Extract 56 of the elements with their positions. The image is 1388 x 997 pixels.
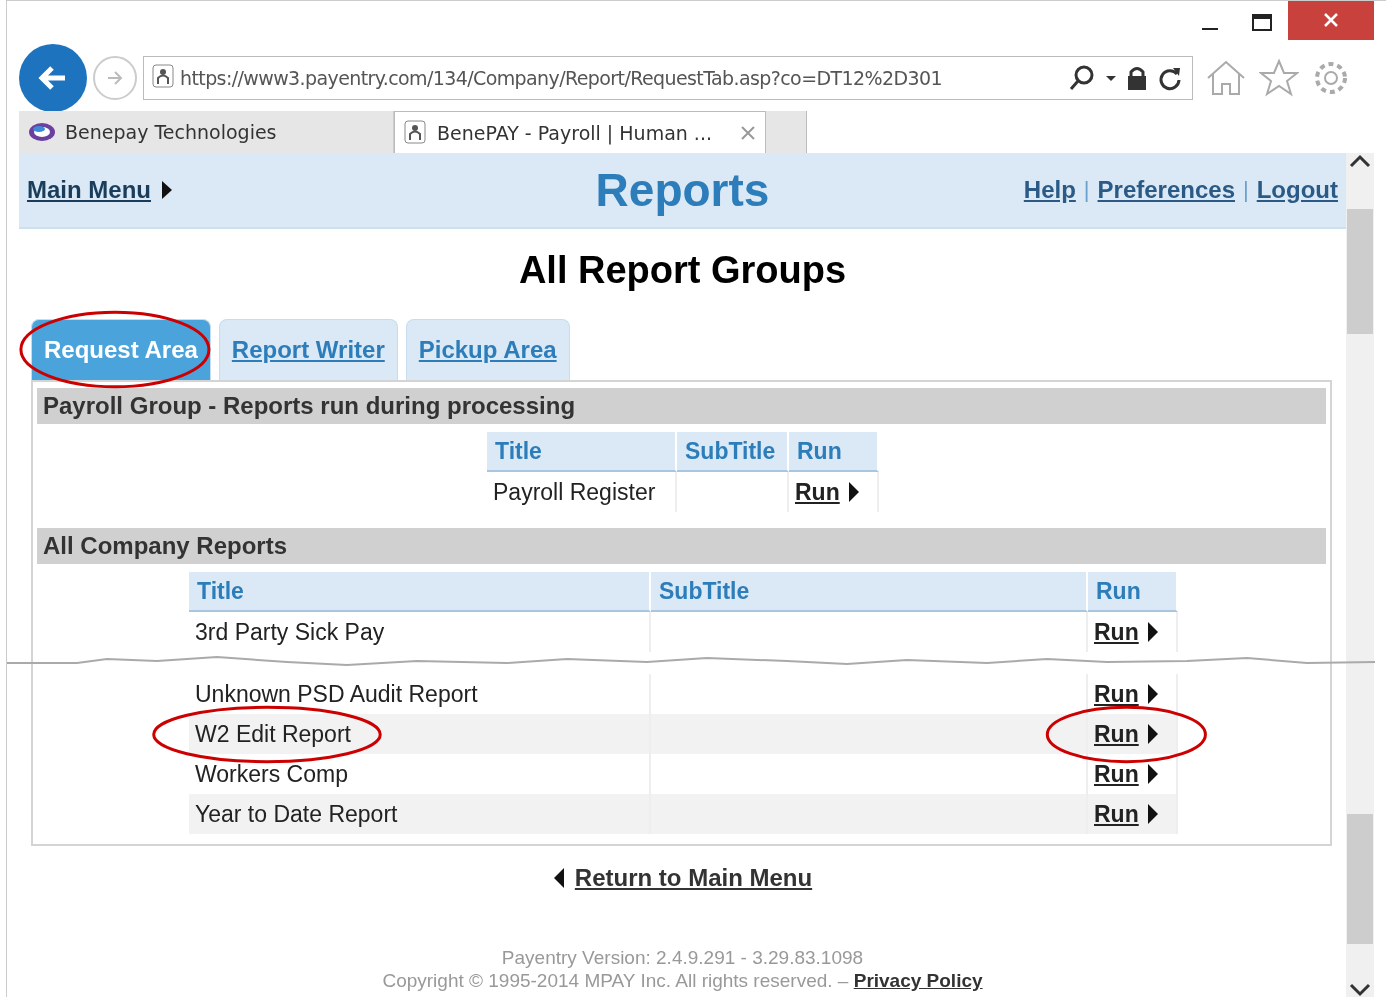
run-link[interactable]: Run: [1094, 760, 1139, 787]
column-header: Run: [1088, 572, 1178, 612]
tab[interactable]: Pickup Area: [405, 319, 570, 380]
right-triangle-icon: [161, 180, 173, 200]
minimize-icon: [1202, 28, 1218, 30]
forward-button[interactable]: [93, 56, 137, 100]
ring-logo-icon: [27, 120, 57, 144]
link-separator: |: [1083, 177, 1090, 203]
new-tab-button[interactable]: [766, 111, 807, 153]
group-header: All Company Reports: [37, 528, 1326, 564]
report-title: Payroll Register: [493, 478, 656, 505]
run-link[interactable]: Run: [1094, 680, 1139, 707]
scroll-thumb[interactable]: [1347, 209, 1373, 334]
report-title: Year to Date Report: [195, 800, 398, 827]
close-tab-icon[interactable]: [739, 123, 757, 142]
right-triangle-icon: [1146, 763, 1159, 785]
right-triangle-icon: [847, 481, 860, 503]
section-heading: All Report Groups: [517, 248, 848, 293]
tab[interactable]: Report Writer: [218, 319, 398, 380]
report-title: 3rd Party Sick Pay: [195, 618, 385, 645]
star-icon[interactable]: [1259, 58, 1299, 98]
page-title: Reports: [595, 163, 770, 217]
privacy-link[interactable]: Privacy Policy: [853, 970, 983, 991]
url-text: https://www3.payentry.com/134/Company/Report/RequestTab.asp?co=DT12%2D301: [180, 67, 943, 89]
scroll-thumb[interactable]: [1347, 814, 1373, 944]
address-bar[interactable]: https://www3.payentry.com/134/Company/Report/RequestTab.asp?co=DT12%2D301: [143, 56, 1193, 100]
report-title: W2 Edit Report: [195, 720, 351, 747]
scrollbar[interactable]: [1346, 153, 1374, 997]
right-triangle-icon: [1146, 723, 1159, 745]
header-link[interactable]: Preferences: [1097, 176, 1235, 204]
version-text: Payentry Version: 2.4.9.291 - 3.29.83.1098: [500, 946, 865, 969]
column-header: Run: [789, 432, 879, 472]
home-icon[interactable]: [1205, 58, 1247, 98]
run-link[interactable]: Run: [795, 478, 840, 505]
maximize-icon: [1251, 13, 1273, 33]
column-header: SubTitle: [651, 572, 1088, 612]
column-header: Title: [189, 572, 651, 612]
group-header: Payroll Group - Reports run during processing: [37, 388, 1326, 424]
return-link[interactable]: Return to Main Menu: [574, 864, 813, 892]
column-header: Title: [487, 432, 677, 472]
column-header: SubTitle: [677, 432, 789, 472]
report-title: Workers Comp: [195, 760, 348, 787]
link-separator: |: [1243, 177, 1249, 203]
header-link[interactable]: Logout: [1256, 176, 1338, 204]
right-triangle-icon: [1146, 621, 1159, 643]
browser-tab[interactable]: Benepay Technologies: [19, 111, 394, 153]
copyright-text: Copyright © 1995-2014 MPAY Inc. All rights reserved. –: [382, 970, 849, 991]
browser-tab[interactable]: BenePAY - Payroll | Human ...: [394, 111, 766, 153]
header-link[interactable]: Help: [1023, 176, 1076, 204]
left-triangle-icon: [552, 867, 565, 889]
report-title: Unknown PSD Audit Report: [195, 680, 478, 707]
right-triangle-icon: [1146, 803, 1159, 825]
right-triangle-icon: [1146, 683, 1159, 705]
run-link[interactable]: Run: [1094, 618, 1139, 645]
main-menu-link[interactable]: Main Menu: [27, 176, 151, 204]
site-icon: [403, 119, 429, 146]
